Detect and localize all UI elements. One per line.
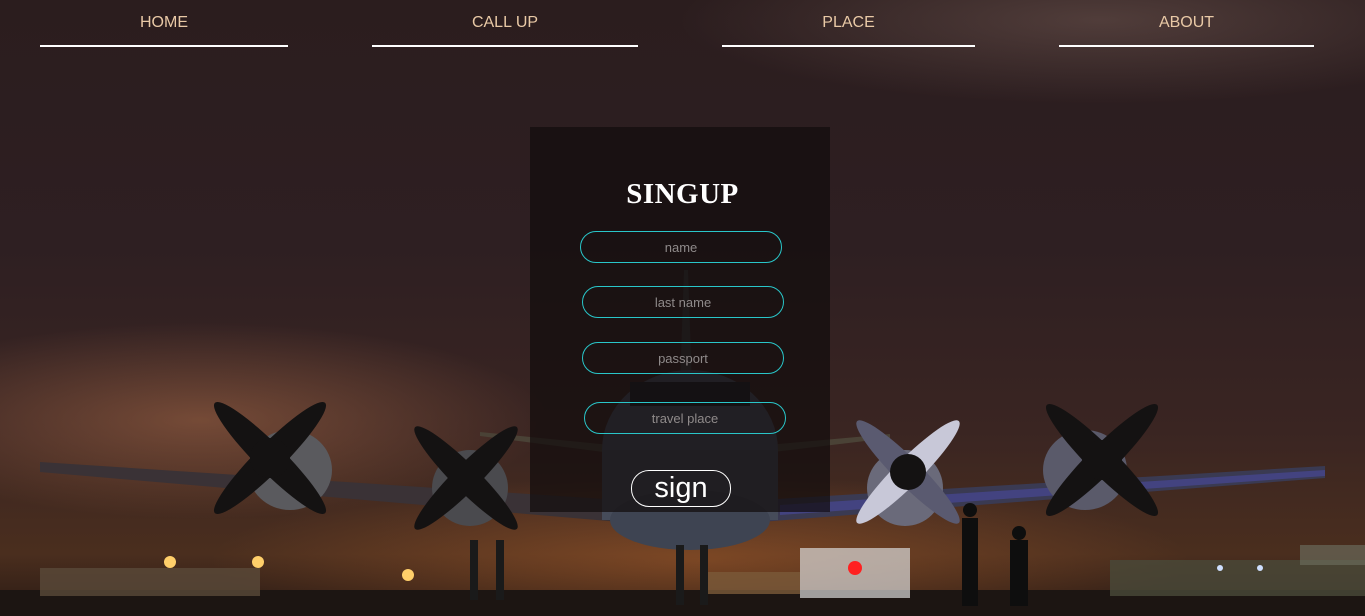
top-navigation: HOME CALL UP PLACE ABOUT bbox=[0, 0, 1365, 50]
last-name-field[interactable] bbox=[582, 286, 784, 318]
nav-home-label: HOME bbox=[140, 14, 188, 31]
nav-call-up[interactable]: CALL UP bbox=[372, 0, 638, 47]
nav-about-label: ABOUT bbox=[1158, 14, 1215, 31]
sign-button[interactable]: sign bbox=[631, 470, 731, 507]
nav-call-up-label: CALL UP bbox=[471, 14, 539, 31]
nav-place[interactable]: PLACE bbox=[722, 0, 975, 47]
name-field[interactable] bbox=[580, 231, 782, 263]
passport-field[interactable] bbox=[582, 342, 784, 374]
nav-home[interactable]: HOME bbox=[40, 0, 288, 47]
nav-place-label: PLACE bbox=[822, 14, 875, 31]
signup-title: SINGUP bbox=[626, 178, 739, 210]
nav-about[interactable]: ABOUT bbox=[1059, 0, 1314, 47]
travel-place-field[interactable] bbox=[584, 402, 786, 434]
